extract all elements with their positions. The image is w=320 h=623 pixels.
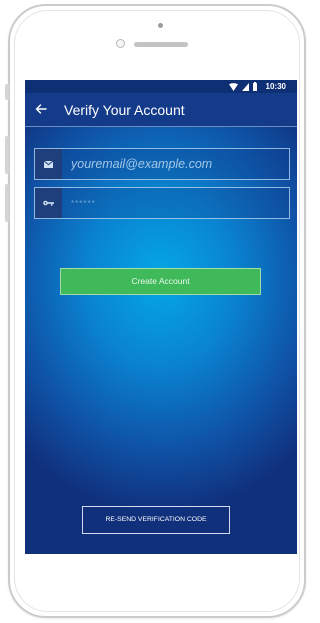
key-icon <box>43 200 54 206</box>
wifi-icon <box>229 82 238 91</box>
password-input[interactable] <box>71 188 283 218</box>
password-field[interactable] <box>34 187 290 219</box>
status-icons <box>229 82 257 91</box>
phone-volume-up-button <box>5 136 9 174</box>
create-account-button[interactable]: Create Account <box>60 268 261 295</box>
phone-screen: 10:30 Verify Your Account youremail@exam… <box>25 80 297 554</box>
page-title: Verify Your Account <box>64 102 185 118</box>
front-camera <box>116 39 125 48</box>
front-sensor <box>158 23 163 28</box>
resend-verification-code-button[interactable]: RE-SEND VERIFICATION CODE <box>82 506 230 534</box>
earpiece-speaker <box>134 42 188 47</box>
email-input[interactable] <box>71 149 283 179</box>
cell-signal-icon <box>242 82 249 91</box>
email-field[interactable] <box>34 148 290 180</box>
email-icon-box <box>35 149 62 179</box>
phone-side-button <box>5 84 9 100</box>
app-bar: Verify Your Account <box>25 93 297 127</box>
password-icon-box <box>35 188 62 218</box>
status-bar: 10:30 <box>25 80 297 93</box>
envelope-icon <box>44 160 53 168</box>
mockup-stage: 10:30 Verify Your Account youremail@exam… <box>0 0 314 623</box>
status-time: 10:30 <box>265 82 286 91</box>
arrow-left-icon[interactable] <box>33 101 49 117</box>
battery-icon <box>253 82 257 91</box>
phone-volume-down-button <box>5 184 9 222</box>
